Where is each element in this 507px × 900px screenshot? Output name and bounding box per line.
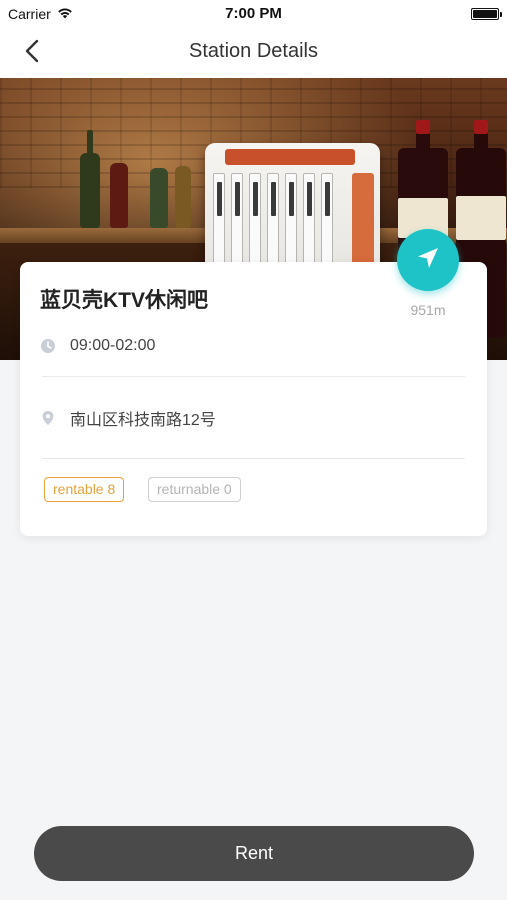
divider <box>42 376 465 377</box>
opening-hours: 09:00-02:00 <box>70 337 156 354</box>
station-name: 蓝贝壳KTV休闲吧 <box>40 289 208 312</box>
location-pin-icon <box>40 410 56 426</box>
navigation-bar: Station Details <box>0 28 507 78</box>
status-bar: Carrier 7:00 PM <box>0 0 507 28</box>
station-address: 南山区科技南路12号 <box>70 412 216 429</box>
distance-label: 951m <box>410 302 446 318</box>
page-title: Station Details <box>189 40 318 62</box>
rent-button[interactable]: Rent <box>34 826 474 881</box>
returnable-count-badge: returnable 0 <box>148 477 241 502</box>
opening-hours-row: 09:00-02:00 <box>40 337 155 355</box>
clock-icon <box>40 338 56 354</box>
battery-icon <box>471 8 502 20</box>
navigation-arrow-icon <box>415 245 441 276</box>
divider <box>42 458 465 459</box>
status-time: 7:00 PM <box>225 5 282 22</box>
rentable-count-badge: rentable 8 <box>44 477 125 502</box>
navigate-button[interactable] <box>397 229 459 291</box>
address-row[interactable]: 南山区科技南路12号 <box>40 406 216 430</box>
